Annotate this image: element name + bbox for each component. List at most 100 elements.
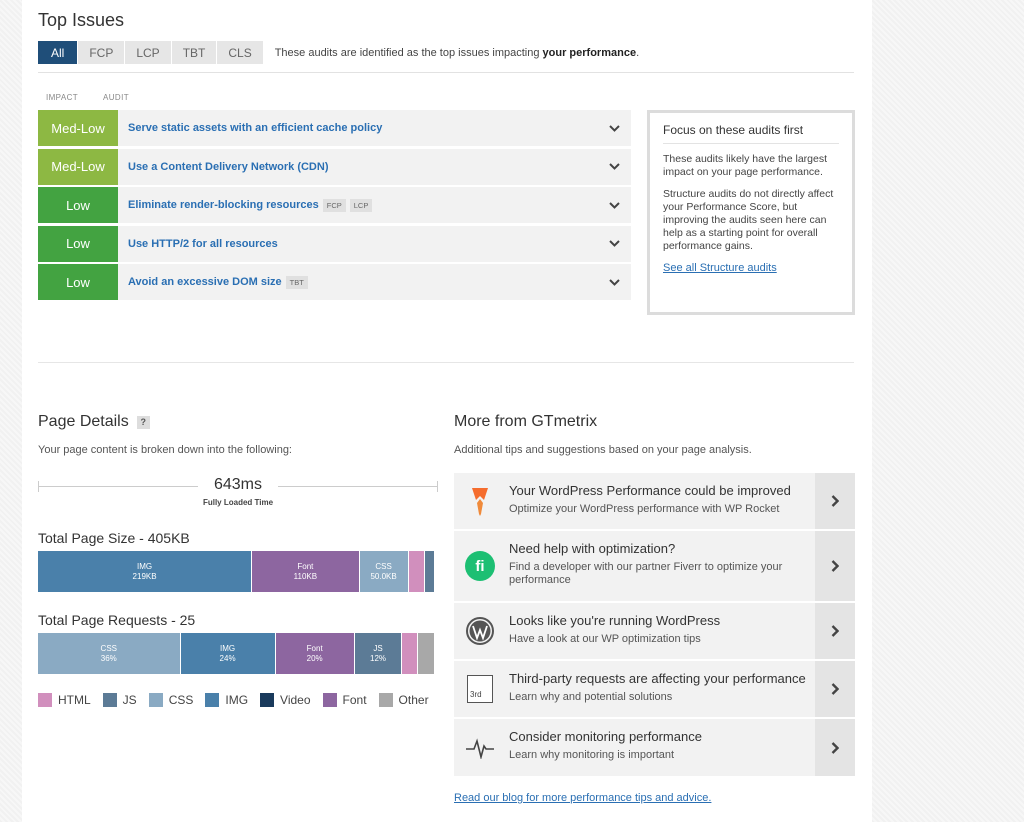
bar-segment-other: [418, 633, 434, 674]
tip-text: Need help with optimization? Find a deve…: [506, 531, 815, 601]
audit-column-header: AUDIT: [103, 93, 129, 102]
legend-swatch: [102, 693, 117, 707]
page-requests-bar: CSS 36% IMG 24% Font 20% JS 12%: [38, 633, 434, 674]
segment-label: IMG: [137, 561, 153, 571]
tip-description: Find a developer with our partner Fiverr…: [509, 561, 783, 586]
legend-label: Video: [280, 693, 311, 707]
focus-box-text: Structure audits do not directly affect …: [663, 188, 834, 252]
audit-list: Med-Low Serve static assets with an effi…: [38, 110, 631, 303]
timeline-end-cap: [437, 481, 438, 492]
impact-badge: Med-Low: [38, 110, 118, 146]
blog-link[interactable]: Read our blog for more performance tips …: [454, 792, 711, 804]
section-divider: [38, 362, 854, 363]
filter-desc-text: These audits are identified as the top i…: [274, 46, 543, 59]
filter-desc-bold: your performance: [542, 46, 637, 59]
impact-column-header: IMPACT: [46, 93, 79, 102]
chevron-right-icon[interactable]: [815, 603, 855, 659]
chevron-right-icon[interactable]: [815, 473, 855, 529]
divider: [38, 72, 854, 73]
chevron-right-icon[interactable]: [815, 661, 855, 717]
segment-label: IMG: [220, 643, 236, 653]
legend-swatch: [378, 693, 393, 707]
legend-item-video: Video: [260, 693, 311, 707]
legend-item-css: CSS: [148, 693, 194, 707]
bar-segment-css: CSS 36%: [38, 633, 181, 674]
page-requests-title: Total Page Requests - 25: [38, 612, 196, 628]
tab-fcp[interactable]: FCP: [78, 41, 125, 64]
tip-third-party[interactable]: 3rd Third-party requests are affecting y…: [454, 661, 855, 717]
audit-name: Use a Content Delivery Network (CDN): [118, 149, 597, 185]
wp-rocket-icon: [454, 473, 506, 529]
tab-cls[interactable]: CLS: [217, 41, 263, 64]
tip-title: Need help with optimization?: [509, 541, 676, 556]
bar-segment-img: IMG 219KB: [38, 551, 253, 592]
audit-title: Use HTTP/2 for all resources: [128, 237, 278, 250]
legend-label: IMG: [225, 693, 249, 707]
see-all-structure-link[interactable]: See all Structure audits: [663, 262, 839, 274]
left-gutter: [0, 0, 22, 822]
tab-all[interactable]: All: [38, 41, 78, 64]
content-type-legend: HTML JS CSS IMG Video Font Other: [38, 693, 448, 707]
segment-value: 24%: [219, 653, 236, 663]
tab-tbt[interactable]: TBT: [171, 41, 217, 64]
chevron-down-icon[interactable]: [597, 264, 631, 300]
audit-row[interactable]: Low Avoid an excessive DOM size TBT: [38, 264, 631, 300]
audit-name: Use HTTP/2 for all resources: [118, 226, 597, 262]
third-party-icon: 3rd: [454, 661, 506, 717]
tip-fiverr[interactable]: fi Need help with optimization? Find a d…: [454, 531, 855, 601]
fully-loaded-timeline: 643ms Fully Loaded Time: [38, 476, 438, 508]
legend-swatch: [148, 693, 163, 707]
tip-wp-rocket[interactable]: Your WordPress Performance could be impr…: [454, 473, 855, 529]
audit-row[interactable]: Low Eliminate render-blocking resources F…: [38, 187, 631, 223]
chevron-right-icon[interactable]: [815, 719, 855, 776]
help-icon[interactable]: ?: [136, 415, 150, 429]
timeline-start-cap: [38, 481, 39, 492]
chevron-right-icon[interactable]: [815, 531, 855, 601]
more-from-subtitle: Additional tips and suggestions based on…: [454, 444, 752, 456]
tip-description: Learn why monitoring is important: [509, 749, 675, 761]
tip-title: Your WordPress Performance could be impr…: [509, 483, 791, 498]
tip-wordpress[interactable]: Looks like you're running WordPress Have…: [454, 603, 855, 659]
impact-badge: Low: [38, 225, 118, 262]
fiverr-icon: fi: [454, 531, 506, 601]
tab-lcp[interactable]: LCP: [125, 41, 171, 64]
third-party-box: 3rd: [467, 675, 493, 703]
chevron-down-icon[interactable]: [597, 187, 631, 223]
legend-swatch: [38, 693, 52, 707]
audit-row[interactable]: Med-Low Use a Content Delivery Network (…: [38, 148, 631, 185]
tip-monitoring[interactable]: Consider monitoring performance Learn wh…: [454, 719, 855, 776]
segment-value: 20%: [306, 653, 323, 663]
tip-text: Consider monitoring performance Learn wh…: [506, 719, 815, 776]
legend-label: Other: [398, 693, 429, 707]
chevron-down-icon[interactable]: [597, 110, 631, 146]
segment-label: Font: [297, 561, 314, 571]
fiverr-badge: fi: [465, 551, 495, 581]
chevron-down-icon[interactable]: [597, 149, 631, 185]
segment-value: 50.0KB: [370, 571, 397, 581]
bar-segment-html: [402, 633, 419, 674]
page-details-subtitle: Your page content is broken down into th…: [38, 444, 292, 456]
heartbeat-icon: [454, 719, 506, 776]
page-size-title: Total Page Size - 405KB: [38, 530, 190, 546]
audit-name: Serve static assets with an efficient ca…: [118, 110, 597, 146]
audit-title: Use a Content Delivery Network (CDN): [128, 160, 329, 173]
legend-label: Font: [342, 693, 367, 707]
filter-description: These audits are identified as the top i…: [275, 47, 639, 59]
legend-label: CSS: [168, 693, 194, 707]
legend-swatch: [322, 693, 337, 707]
top-issues-title: Top Issues: [38, 10, 125, 30]
segment-value: 219KB: [132, 571, 157, 581]
metric-tag-tbt: TBT: [285, 275, 308, 289]
tip-description: Learn why and potential solutions: [509, 691, 673, 703]
segment-label: JS: [373, 643, 383, 653]
chevron-down-icon[interactable]: [597, 226, 631, 262]
legend-label: HTML: [58, 693, 91, 707]
legend-item-other: Other: [378, 693, 429, 707]
legend-swatch: [260, 693, 275, 707]
impact-badge: Med-Low: [38, 148, 118, 185]
bar-segment-js: [425, 551, 434, 592]
audit-row[interactable]: Low Use HTTP/2 for all resources: [38, 225, 631, 262]
audit-name: Eliminate render-blocking resources FCP LC…: [118, 187, 597, 223]
audit-row[interactable]: Med-Low Serve static assets with an effi…: [38, 110, 631, 146]
segment-label: Font: [306, 643, 323, 653]
